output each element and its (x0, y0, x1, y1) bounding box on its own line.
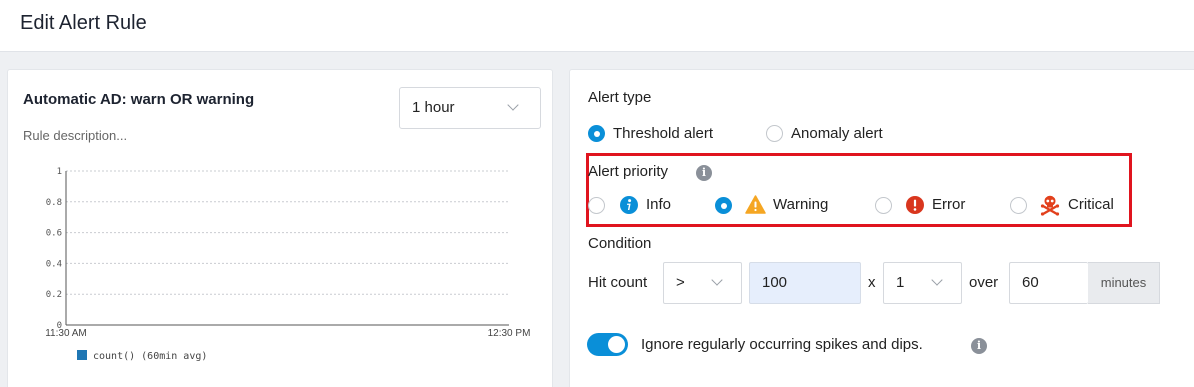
rule-preview-panel: Automatic AD: warn OR warning Rule descr… (7, 69, 553, 387)
times-label: x (868, 274, 876, 291)
threshold-value: 100 (762, 274, 788, 291)
priority-info-radio[interactable] (588, 197, 605, 214)
threshold-alert-label[interactable]: Threshold alert (613, 125, 713, 142)
ignore-spikes-toggle[interactable] (587, 333, 628, 356)
info-icon[interactable]: i (696, 165, 712, 181)
y-axis: 10.80.60.40.20 (46, 167, 62, 331)
hit-count-label: Hit count (588, 274, 648, 291)
window-input[interactable]: 60 (1009, 262, 1088, 304)
x-axis: 11:30 AM 12:30 PM (45, 328, 530, 339)
window-unit: minutes (1088, 262, 1160, 304)
x-tick-label: 12:30 PM (488, 328, 531, 339)
legend-label: count() (60min avg) (93, 351, 208, 362)
y-tick-label: 0.4 (46, 259, 62, 269)
window-value: 60 (1022, 274, 1039, 291)
legend-swatch (77, 350, 87, 360)
rule-description-field[interactable]: Rule description... (23, 128, 127, 143)
condition-label: Condition (588, 235, 652, 252)
threshold-alert-radio[interactable] (588, 125, 605, 142)
chevron-down-icon (931, 274, 943, 286)
priority-warning-label[interactable]: Warning (773, 196, 828, 213)
priority-error-label[interactable]: Error (932, 196, 965, 213)
rule-preview-chart: 10.80.60.40.20 11:30 AM 12:30 PM (45, 167, 530, 339)
x-tick-label: 11:30 AM (45, 328, 87, 339)
chevron-down-icon (507, 99, 519, 111)
priority-critical-radio[interactable] (1010, 197, 1027, 214)
chart-legend: count() (60min avg) (77, 350, 207, 362)
operator-select[interactable]: > (663, 262, 742, 304)
y-tick-label: 0.8 (46, 198, 62, 208)
priority-critical-label[interactable]: Critical (1068, 196, 1114, 213)
rule-name[interactable]: Automatic AD: warn OR warning (23, 91, 254, 108)
operator-value: > (676, 274, 685, 291)
skull-crossbones-icon (1040, 195, 1060, 216)
y-tick-label: 0.2 (46, 290, 62, 300)
info-icon[interactable]: i (971, 338, 987, 354)
threshold-input[interactable]: 100 (749, 262, 861, 304)
page-header: Edit Alert Rule (0, 0, 1194, 52)
alert-type-label: Alert type (588, 89, 652, 106)
info-circle-icon (620, 196, 638, 214)
ignore-spikes-label: Ignore regularly occurring spikes and di… (641, 336, 923, 353)
alert-priority-label: Alert priority (588, 163, 669, 180)
priority-warning-radio[interactable] (715, 197, 732, 214)
y-tick-label: 0.6 (46, 229, 62, 239)
over-label: over (969, 274, 999, 291)
y-tick-label: 1 (57, 167, 62, 177)
warning-triangle-icon (745, 195, 766, 214)
priority-info-label[interactable]: Info (646, 196, 671, 213)
chart-grid (65, 170, 509, 326)
multiplier-value: 1 (896, 274, 905, 291)
error-circle-icon (906, 196, 924, 214)
time-range-select[interactable]: 1 hour (399, 87, 541, 129)
chevron-down-icon (711, 274, 723, 286)
page-title: Edit Alert Rule (20, 12, 147, 34)
time-range-value: 1 hour (412, 99, 455, 116)
anomaly-alert-label[interactable]: Anomaly alert (791, 125, 883, 142)
multiplier-select[interactable]: 1 (883, 262, 962, 304)
priority-error-radio[interactable] (875, 197, 892, 214)
alert-settings-panel: Alert type Threshold alert Anomaly alert… (569, 69, 1194, 387)
anomaly-alert-radio[interactable] (766, 125, 783, 142)
